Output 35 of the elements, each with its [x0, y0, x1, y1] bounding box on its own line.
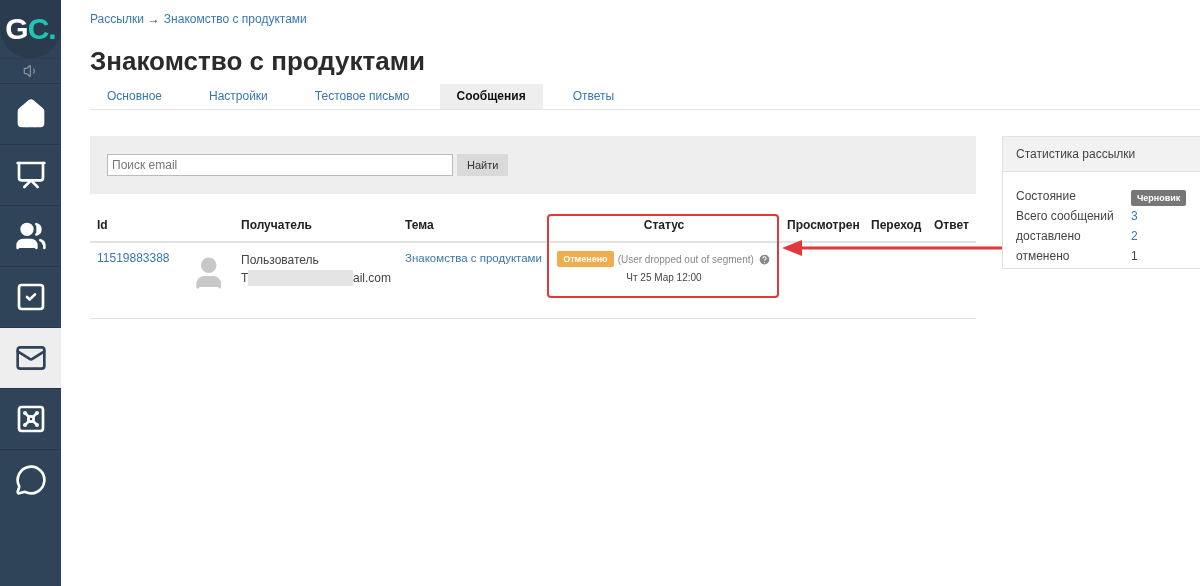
search-field[interactable]: Поиск email	[107, 154, 453, 176]
email-text: T	[241, 270, 249, 287]
stat-value-link[interactable]: 2	[1131, 229, 1190, 243]
status-note: (User dropped out of segment)	[617, 253, 754, 265]
tab[interactable]: Ответы	[555, 84, 632, 109]
column-header: Тема	[398, 218, 548, 243]
column-header: Переход	[864, 218, 927, 243]
page-title: Знакомство с продуктами	[90, 46, 426, 77]
recipient-name: Пользователь	[241, 252, 320, 269]
stat-label: Состояние	[1016, 188, 1077, 205]
column-header: Ответ	[927, 218, 976, 243]
column-header: Статус	[548, 218, 780, 243]
tab[interactable]: Основное	[90, 84, 179, 109]
logo[interactable]: GC.	[0, 0, 61, 58]
stat-value: 1	[1131, 248, 1139, 265]
panel-title: Статистика рассылки	[1003, 137, 1200, 172]
tab[interactable]: Настройки	[192, 84, 285, 109]
breadcrumb-link[interactable]: Знакомство с продуктами	[163, 12, 307, 26]
topic-link[interactable]: Знакомства с продуктами	[405, 252, 542, 264]
tab[interactable]: Тестовое письмо	[297, 84, 427, 109]
status-time: Чт 25 Мар 12:00	[625, 272, 703, 283]
status-badge: Отменено	[557, 251, 614, 267]
breadcrumb-link[interactable]: Рассылки	[90, 12, 144, 26]
stat-value-link[interactable]: 3	[1131, 209, 1190, 223]
stat-label: Всего сообщений	[1016, 208, 1115, 225]
message-id-link[interactable]: 11519883388	[97, 251, 170, 318]
column-header: Id	[90, 218, 234, 243]
state-badge: Черновик	[1131, 190, 1187, 206]
breadcrumb-separator: →	[147, 12, 160, 26]
search-button[interactable]: Найти	[457, 154, 509, 176]
stat-label: доставлено	[1016, 228, 1082, 245]
tab[interactable]: Сообщения	[439, 84, 543, 109]
stat-label: отменено	[1016, 248, 1071, 265]
column-header: Получатель	[234, 218, 398, 243]
email-text: ail.com	[353, 270, 391, 287]
